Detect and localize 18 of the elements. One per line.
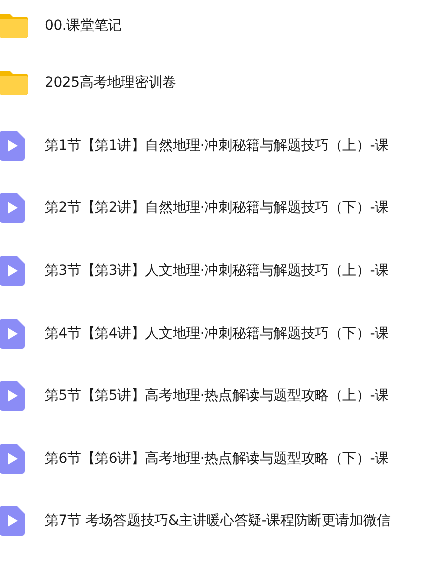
folder-name[interactable]: 00.课堂笔记 (45, 17, 122, 35)
file-name[interactable]: 第5节【第5讲】高考地理·热点解读与题型攻略（上）-课 (45, 387, 389, 406)
folder-icon (0, 14, 28, 38)
video-file-icon (0, 506, 25, 536)
file-name[interactable]: 第2节【第2讲】自然地理·冲刺秘籍与解题技巧（下）-课 (45, 199, 389, 218)
file-name[interactable]: 第1节【第1讲】自然地理·冲刺秘籍与解题技巧（上）-课 (45, 136, 389, 155)
file-name[interactable]: 第7节 考场答题技巧&主讲暖心答疑-课程防断更请加微信 (45, 512, 391, 530)
file-name[interactable]: 第6节【第6讲】高考地理·热点解读与题型攻略（下）-课 (45, 450, 389, 468)
file-name[interactable]: 第4节【第4讲】人文地理·冲刺秘籍与解题技巧（下）-课 (45, 324, 389, 343)
video-file-icon (0, 256, 25, 286)
video-file-icon (0, 444, 25, 474)
folder-name[interactable]: 2025高考地理密训卷 (45, 74, 176, 92)
video-file-icon (0, 381, 25, 412)
video-file-icon (0, 318, 25, 349)
folder-icon (0, 71, 28, 96)
video-file-icon (0, 130, 25, 161)
video-file-icon (0, 193, 25, 224)
file-name[interactable]: 第3节【第3讲】人文地理·冲刺秘籍与解题技巧（上）-课 (45, 262, 389, 280)
